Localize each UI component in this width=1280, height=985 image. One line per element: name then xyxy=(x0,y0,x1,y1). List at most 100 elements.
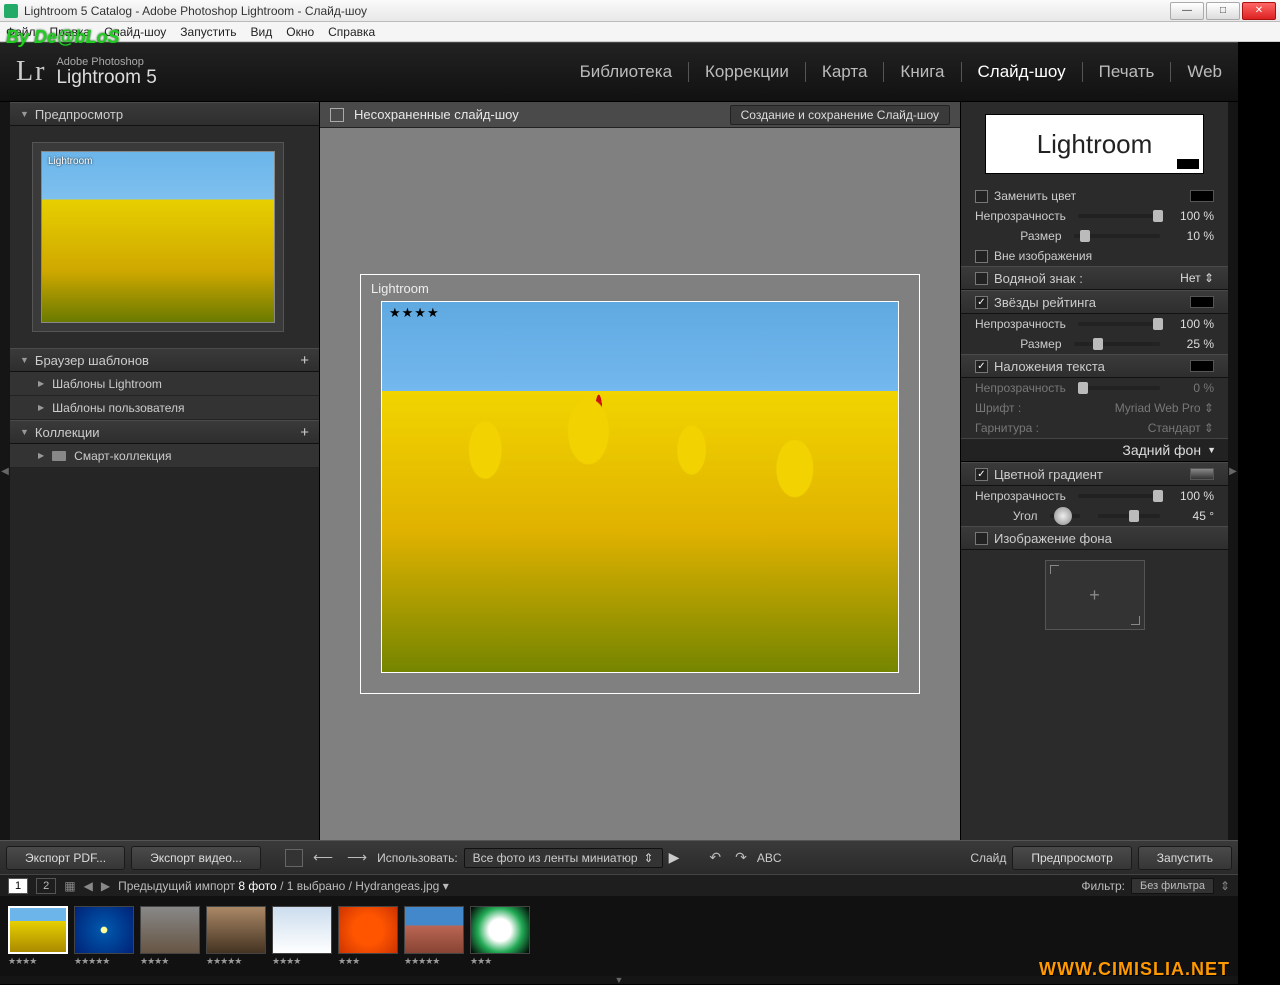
size-row: Размер 10 % xyxy=(961,226,1228,246)
add-collection-icon[interactable]: + xyxy=(300,424,309,441)
collections-header[interactable]: ▼ Коллекции + xyxy=(10,420,319,444)
preview-thumbnail[interactable]: Lightroom xyxy=(32,142,284,332)
screen-1-button[interactable]: 1 xyxy=(8,878,28,894)
prev-photo-icon[interactable]: ◀ xyxy=(84,879,93,893)
bg-image-dropzone[interactable]: + xyxy=(1045,560,1145,630)
text-opacity-slider[interactable] xyxy=(1078,386,1160,390)
rating-color-swatch[interactable] xyxy=(1190,296,1214,308)
face-select[interactable]: Стандарт ⇕ xyxy=(1148,421,1214,435)
bg-image-checkbox[interactable] xyxy=(975,532,988,545)
export-video-button[interactable]: Экспорт видео... xyxy=(131,846,261,870)
tab-map[interactable]: Карта xyxy=(822,62,868,82)
add-template-icon[interactable]: + xyxy=(300,352,309,369)
template-folder-user[interactable]: ▶ Шаблоны пользователя xyxy=(10,396,319,420)
menu-view[interactable]: Вид xyxy=(251,25,273,39)
tab-web[interactable]: Web xyxy=(1187,62,1222,82)
filmstrip-thumb[interactable]: ★★★★★ xyxy=(206,906,266,967)
templates-header[interactable]: ▼ Браузер шаблонов + xyxy=(10,348,319,372)
module-header: Lr Adobe Photoshop Lightroom 5 Библиотек… xyxy=(0,42,1238,102)
gradient-swatch[interactable] xyxy=(1190,468,1214,480)
disclosure-icon: ▼ xyxy=(20,109,29,119)
rating-checkbox[interactable]: ✓ xyxy=(975,296,988,309)
gradient-checkbox[interactable]: ✓ xyxy=(975,468,988,481)
screen-2-button[interactable]: 2 xyxy=(36,878,56,894)
menu-slideshow[interactable]: Слайд-шоу xyxy=(104,25,166,39)
prev-slide-button[interactable]: ⟵ xyxy=(309,849,337,866)
grid-icon[interactable]: ▦ xyxy=(64,879,75,893)
preview-header[interactable]: ▼ Предпросмотр xyxy=(10,102,319,126)
smart-collection-item[interactable]: ▶ Смарт-коллекция xyxy=(10,444,319,468)
thumb-stars: ★★★★★ xyxy=(74,954,134,967)
logo-brand-big: Lightroom 5 xyxy=(56,68,156,89)
replace-color-swatch[interactable] xyxy=(1190,190,1214,202)
filter-select[interactable]: Без фильтра xyxy=(1131,878,1214,894)
export-pdf-button[interactable]: Экспорт PDF... xyxy=(6,846,125,870)
bottom-flap[interactable]: ▼ xyxy=(0,976,1238,984)
rotate-ccw-icon[interactable]: ↶ xyxy=(705,849,725,866)
thumb-stars: ★★★★ xyxy=(140,954,200,967)
watermark-select[interactable]: Нет ⇕ xyxy=(1172,271,1214,285)
menu-help[interactable]: Справка xyxy=(328,25,375,39)
text-color-swatch[interactable] xyxy=(1190,360,1214,372)
stop-button[interactable] xyxy=(285,849,303,867)
opacity-slider[interactable] xyxy=(1078,214,1160,218)
slide-canvas[interactable]: Lightroom ★★★★ xyxy=(320,128,960,840)
folder-icon xyxy=(52,451,66,461)
outside-image-checkbox[interactable] xyxy=(975,250,988,263)
thumb-stars: ★★★★★ xyxy=(404,954,464,967)
filmstrip-thumb[interactable]: ★★★★ xyxy=(8,906,68,967)
preview-slide-label: Lightroom xyxy=(48,156,92,167)
rating-opacity-slider[interactable] xyxy=(1078,322,1160,326)
angle-dial[interactable] xyxy=(1050,514,1080,518)
text-overlay-row: ✓ Наложения текста xyxy=(961,354,1228,378)
background-section-header[interactable]: Задний фон ▼ xyxy=(961,438,1228,462)
preview-button[interactable]: Предпросмотр xyxy=(1012,846,1131,870)
filmstrip-thumb[interactable]: ★★★★ xyxy=(140,906,200,967)
minimize-button[interactable]: — xyxy=(1170,2,1204,20)
template-folder-lightroom[interactable]: ▶ Шаблоны Lightroom xyxy=(10,372,319,396)
face-row: Гарнитура : Стандарт ⇕ xyxy=(961,418,1228,438)
menu-edit[interactable]: Правка xyxy=(50,25,91,39)
angle-slider[interactable] xyxy=(1098,514,1161,518)
filter-lock-icon[interactable]: ⇕ xyxy=(1220,879,1230,893)
menu-run[interactable]: Запустить xyxy=(180,25,236,39)
tab-slideshow[interactable]: Слайд-шоу xyxy=(978,62,1066,82)
use-label: Использовать: xyxy=(377,851,458,865)
maximize-button[interactable]: □ xyxy=(1206,2,1240,20)
disclosure-icon: ▼ xyxy=(20,355,29,365)
size-slider[interactable] xyxy=(1074,234,1161,238)
collections-header-label: Коллекции xyxy=(35,425,100,440)
next-photo-icon[interactable]: ▶ xyxy=(101,879,110,893)
replace-color-checkbox[interactable] xyxy=(975,190,988,203)
tab-develop[interactable]: Коррекции xyxy=(705,62,789,82)
slide-label: Слайд xyxy=(970,851,1006,865)
tab-book[interactable]: Книга xyxy=(900,62,944,82)
right-flap[interactable]: ▶ xyxy=(1228,102,1238,840)
filmstrip-thumb[interactable]: ★★★ xyxy=(338,906,398,967)
create-save-slideshow-button[interactable]: Создание и сохранение Слайд-шоу xyxy=(730,105,950,125)
tab-library[interactable]: Библиотека xyxy=(580,62,672,82)
font-select[interactable]: Myriad Web Pro ⇕ xyxy=(1115,401,1214,415)
run-button[interactable]: Запустить xyxy=(1138,846,1232,870)
identity-color-swatch[interactable] xyxy=(1177,159,1199,169)
filmstrip-thumb[interactable]: ★★★★ xyxy=(272,906,332,967)
text-overlay-checkbox[interactable]: ✓ xyxy=(975,360,988,373)
tab-print[interactable]: Печать xyxy=(1099,62,1155,82)
left-flap[interactable]: ◀ xyxy=(0,102,10,840)
menu-file[interactable]: Файл xyxy=(6,25,36,39)
filmstrip-thumb[interactable]: ★★★★★ xyxy=(74,906,134,967)
rotate-cw-icon[interactable]: ↷ xyxy=(731,849,751,866)
menu-window[interactable]: Окно xyxy=(286,25,314,39)
rating-size-slider[interactable] xyxy=(1074,342,1161,346)
filmstrip-thumb[interactable]: ★★★ xyxy=(470,906,530,967)
play-button[interactable]: ▶ xyxy=(669,849,680,866)
filmstrip-thumb[interactable]: ★★★★★ xyxy=(404,906,464,967)
use-select[interactable]: Все фото из ленты миниатюр⇕ xyxy=(464,848,663,868)
abc-button[interactable]: ABC xyxy=(757,851,782,865)
gradient-row: ✓ Цветной градиент xyxy=(961,462,1228,486)
watermark-checkbox[interactable] xyxy=(975,272,988,285)
close-button[interactable]: ✕ xyxy=(1242,2,1276,20)
gradient-opacity-slider[interactable] xyxy=(1078,494,1160,498)
next-slide-button[interactable]: ⟶ xyxy=(343,849,371,866)
identity-plate[interactable]: Lightroom xyxy=(985,114,1204,174)
